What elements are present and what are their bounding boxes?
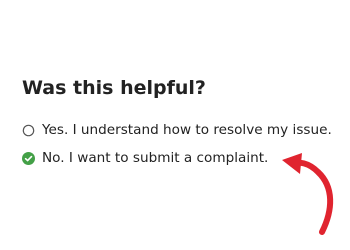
feedback-question: Was this helpful? [22, 77, 206, 99]
feedback-option-no[interactable]: No. I want to submit a complaint. [22, 147, 342, 169]
feedback-widget: Was this helpful? Yes. I understand how … [22, 74, 342, 175]
feedback-page: Was this helpful? Yes. I understand how … [0, 0, 350, 250]
feedback-option-yes-label: Yes. I understand how to resolve my issu… [42, 122, 332, 138]
checkmark-circle-icon[interactable] [22, 151, 35, 165]
feedback-option-no-label: No. I want to submit a complaint. [42, 150, 269, 166]
feedback-option-yes[interactable]: Yes. I understand how to resolve my issu… [22, 119, 342, 141]
feedback-options: Yes. I understand how to resolve my issu… [22, 119, 342, 169]
radio-empty-icon[interactable] [22, 124, 35, 137]
